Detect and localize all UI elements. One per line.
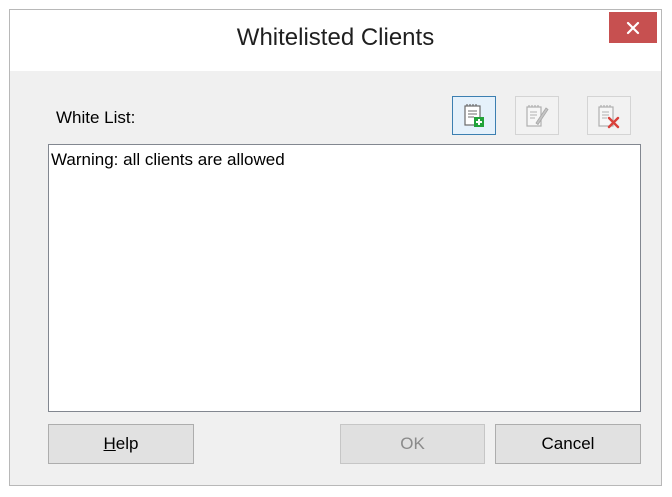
white-list-listbox[interactable]: Warning: all clients are allowed [48,144,641,412]
delete-entry-button[interactable] [587,96,631,135]
edit-entry-button[interactable] [515,96,559,135]
add-entry-icon [464,103,484,127]
edit-entry-icon [526,104,549,127]
help-label: elp [115,434,139,453]
title-bar[interactable]: Whitelisted Clients [10,10,661,71]
cancel-button[interactable]: Cancel [495,424,641,464]
white-list-label: White List: [56,108,136,127]
cancel-label: Cancel [541,434,595,453]
add-entry-button[interactable] [452,96,496,135]
ok-button[interactable]: OK [340,424,485,464]
dialog-window: Whitelisted Clients White List: Warning:… [9,9,662,486]
close-icon [626,21,640,34]
help-button[interactable]: Help [48,424,194,464]
list-item[interactable]: Warning: all clients are allowed [49,145,640,170]
dialog-content: White List: Warning: all clients are all… [10,71,661,485]
ok-label: OK [400,434,425,453]
close-button[interactable] [609,12,657,43]
dialog-title: Whitelisted Clients [236,24,435,51]
delete-entry-icon [598,104,620,128]
help-mnemonic: H [103,434,116,453]
